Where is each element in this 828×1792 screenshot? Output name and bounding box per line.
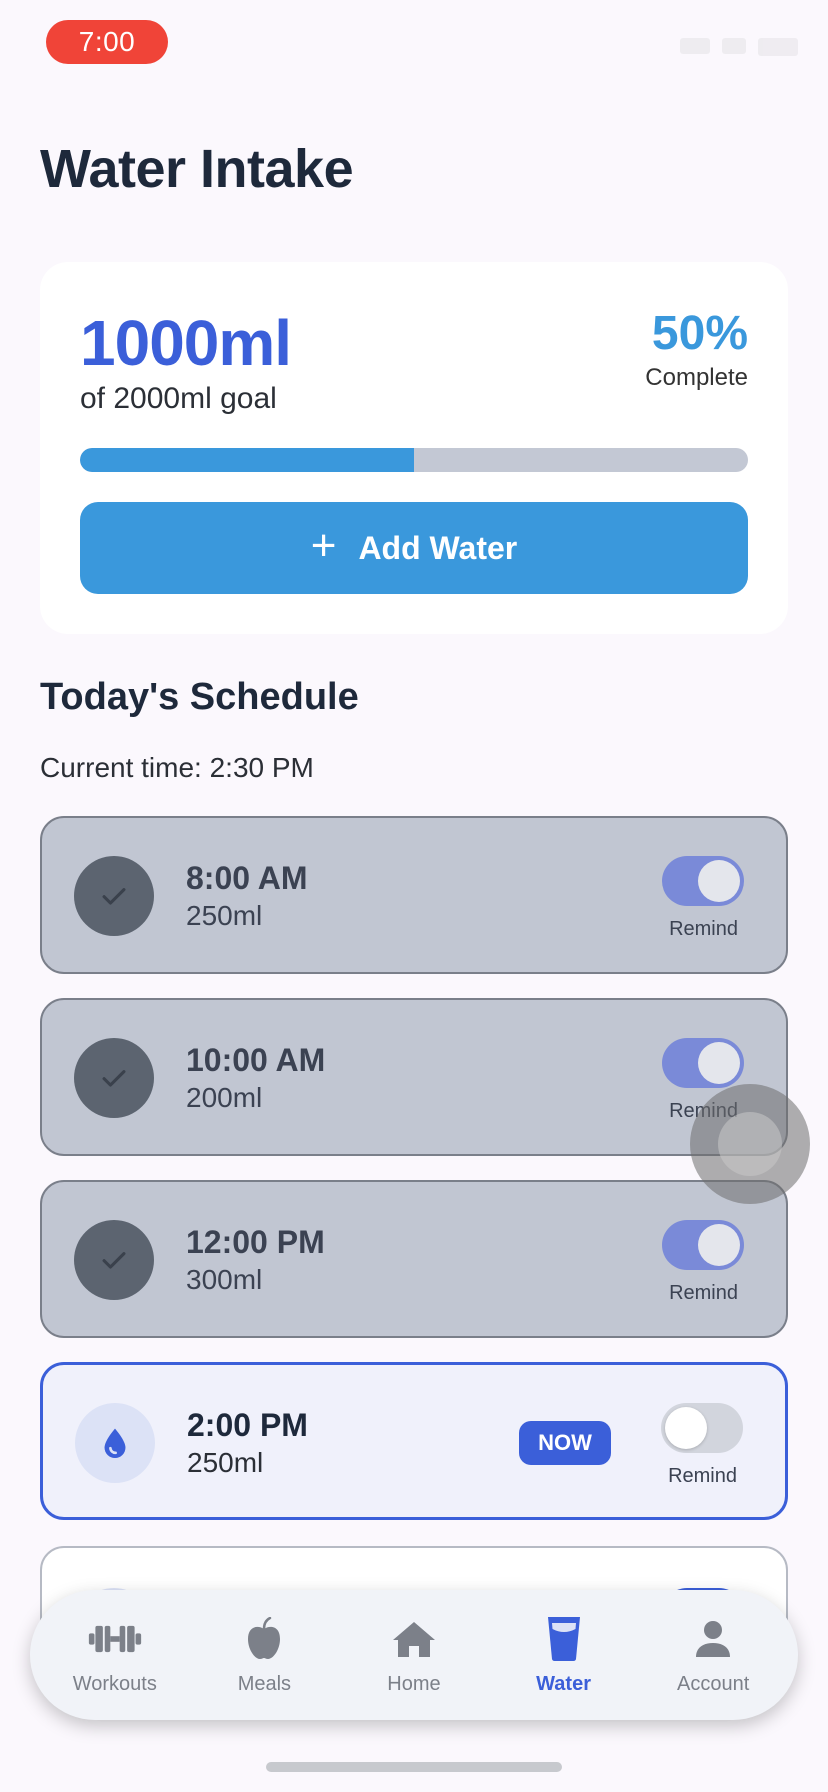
- status-icons: [680, 38, 798, 56]
- schedule-item-current[interactable]: 2:00 PM 250ml NOW Remind: [40, 1362, 788, 1520]
- toggle-knob: [665, 1407, 707, 1449]
- completed-check-icon: [74, 1038, 154, 1118]
- add-water-label: Add Water: [358, 529, 518, 566]
- page-title: Water Intake: [40, 139, 354, 199]
- toggle-knob: [698, 860, 740, 902]
- nav-label: Workouts: [72, 1672, 157, 1695]
- schedule-time: 2:00 PM: [187, 1407, 308, 1443]
- schedule-item[interactable]: 12:00 PM 300ml Remind: [40, 1180, 788, 1338]
- status-time: 7:00: [46, 20, 168, 64]
- remind-label: Remind: [669, 1282, 738, 1304]
- nav-label: Home: [387, 1672, 441, 1695]
- status-bar: 7:00: [0, 0, 828, 90]
- home-indicator: [266, 1762, 562, 1772]
- intake-amount: 1000ml: [80, 307, 292, 379]
- nav-item-account[interactable]: Account: [643, 1615, 783, 1696]
- remind-toggle[interactable]: [662, 1038, 744, 1088]
- remind-toggle[interactable]: [662, 856, 744, 906]
- schedule-title: Today's Schedule: [40, 676, 359, 718]
- intake-goal: of 2000ml goal: [80, 382, 277, 415]
- touch-indicator: [690, 1084, 810, 1204]
- completed-check-icon: [74, 856, 154, 936]
- nav-label: Water: [536, 1672, 591, 1695]
- nav-item-water[interactable]: Water: [494, 1615, 634, 1696]
- schedule-time: 12:00 PM: [186, 1224, 325, 1260]
- remind-toggle[interactable]: [661, 1403, 743, 1453]
- completed-check-icon: [74, 1220, 154, 1300]
- bottom-nav: Workouts Meals Home Water Account: [30, 1590, 798, 1720]
- schedule-amount: 300ml: [186, 1264, 263, 1295]
- schedule-item[interactable]: 10:00 AM 200ml Remind: [40, 998, 788, 1156]
- plus-icon: +: [310, 521, 337, 570]
- remind-label: Remind: [669, 918, 738, 940]
- remind-label: Remind: [668, 1465, 737, 1487]
- signal-icon: [680, 38, 710, 54]
- intake-progress-fill: [80, 448, 414, 472]
- schedule-amount: 250ml: [187, 1447, 264, 1478]
- schedule-amount: 200ml: [186, 1082, 263, 1113]
- nav-label: Account: [677, 1672, 750, 1695]
- percent-complete: 50%: [651, 307, 748, 360]
- intake-progress-bar: [80, 448, 748, 472]
- water-drop-icon: [75, 1403, 155, 1483]
- now-badge: NOW: [519, 1421, 611, 1465]
- schedule-time: 10:00 AM: [186, 1042, 326, 1078]
- schedule-item[interactable]: 8:00 AM 250ml Remind: [40, 816, 788, 974]
- percent-label: Complete: [645, 364, 748, 391]
- current-time: Current time: 2:30 PM: [40, 752, 314, 783]
- nav-item-meals[interactable]: Meals: [194, 1615, 334, 1696]
- dumbbell-icon: [87, 1615, 143, 1663]
- remind-toggle[interactable]: [662, 1220, 744, 1270]
- nav-item-workouts[interactable]: Workouts: [45, 1615, 185, 1696]
- nav-label: Meals: [237, 1672, 292, 1695]
- schedule-time: 8:00 AM: [186, 860, 308, 896]
- toggle-knob: [698, 1224, 740, 1266]
- apple-icon: [236, 1615, 292, 1663]
- toggle-knob: [698, 1042, 740, 1084]
- schedule-amount: 250ml: [186, 900, 263, 931]
- water-glass-icon: [536, 1615, 592, 1663]
- battery-icon: [758, 38, 798, 56]
- add-water-button[interactable]: + Add Water: [80, 502, 748, 594]
- home-icon: [386, 1615, 442, 1663]
- wifi-icon: [722, 38, 746, 54]
- intake-summary-card: 1000ml of 2000ml goal 50% Complete + Add…: [40, 262, 788, 634]
- nav-item-home[interactable]: Home: [344, 1615, 484, 1696]
- account-icon: [685, 1615, 741, 1663]
